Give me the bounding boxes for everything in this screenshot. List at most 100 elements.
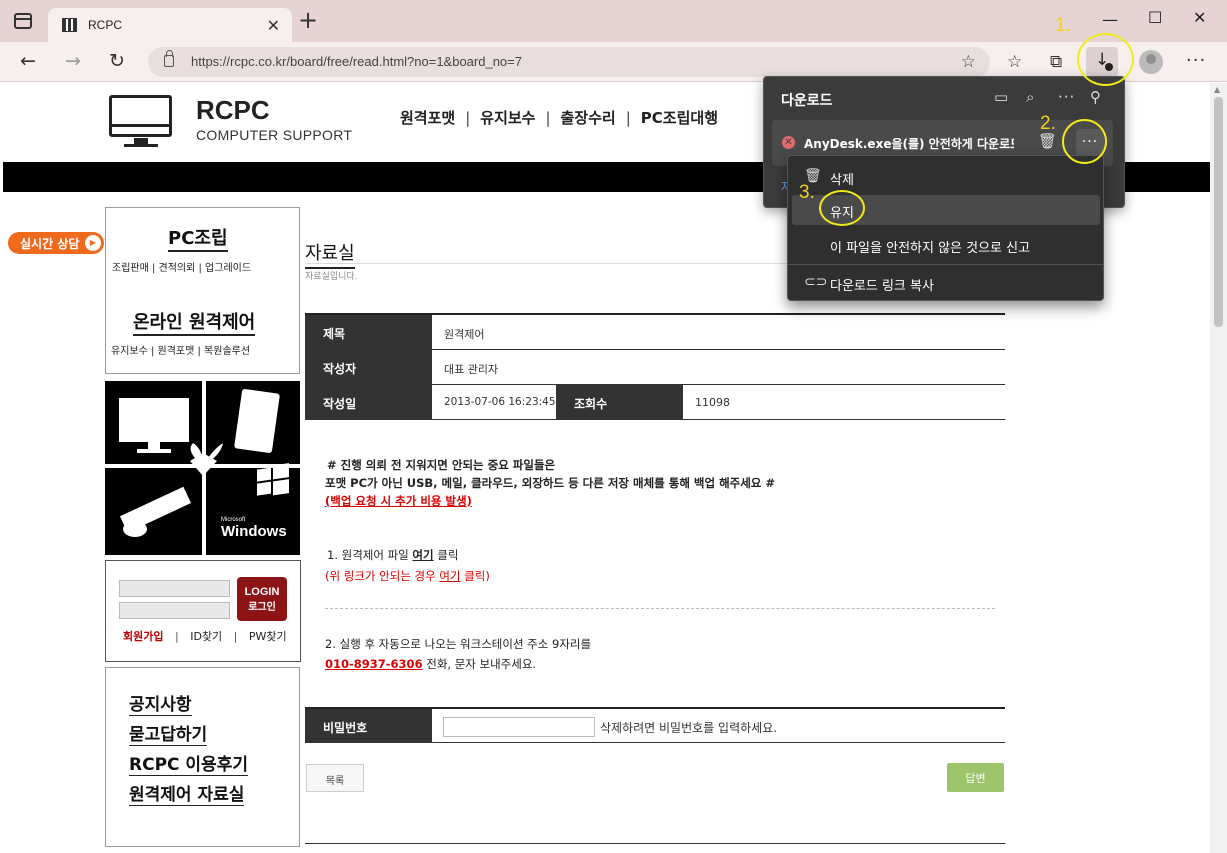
table-row: 작성일 2013-07-06 16:23:45 조회수 11098: [305, 385, 1005, 420]
find-pw-link[interactable]: PW찾기: [249, 630, 287, 643]
logo-title[interactable]: RCPC: [196, 95, 270, 126]
step-2-suffix: 전화, 문자 보내주세요.: [422, 657, 537, 671]
pc-assembly-sub[interactable]: 조립판매 | 견적의뢰 | 업그레이드: [112, 259, 251, 274]
reply-button[interactable]: 답변: [947, 763, 1004, 792]
logo-base: [124, 144, 158, 147]
tab-rcpc[interactable]: RCPC ✕: [48, 8, 292, 42]
forward-icon[interactable]: →: [65, 50, 81, 72]
add-favorite-icon[interactable]: ☆: [961, 52, 976, 72]
nav-separator: |: [625, 109, 631, 127]
date-value: 2013-07-06 16:23:45: [444, 396, 556, 408]
close-window-icon[interactable]: ✕: [1193, 8, 1206, 27]
live-chat-button[interactable]: 실시간 상담 ▶: [8, 232, 104, 254]
nav-separator: |: [545, 109, 551, 127]
subject-value: 원격제어: [444, 328, 485, 341]
step-2-line: 2. 실행 후 자동으로 나오는 워크스테이션 주소 9자리를: [325, 637, 592, 651]
maximize-icon[interactable]: ☐: [1148, 8, 1162, 27]
logo-monitor-icon[interactable]: [109, 95, 172, 137]
login-label: LOGIN: [244, 586, 280, 598]
pc-assembly-heading[interactable]: PC조립: [168, 224, 228, 252]
menu-item-label: 삭제: [830, 173, 854, 188]
address-bar[interactable]: https://rcpc.co.kr/board/free/read.html?…: [148, 47, 990, 77]
play-icon: ▶: [85, 235, 101, 251]
step-1-line: 1. 원격제어 파일 여기 클릭: [327, 547, 458, 563]
lock-icon[interactable]: [164, 50, 174, 67]
annotation-circle-keep: [819, 190, 865, 226]
login-password-input[interactable]: [119, 602, 230, 619]
password-row: 비밀번호 삭제하려면 비밀번호를 입력하세요.: [305, 707, 1005, 743]
nav-pc-assembly[interactable]: PC조립대행: [641, 109, 718, 127]
collections-icon[interactable]: ⧉: [1050, 52, 1062, 72]
menu-remote-archive[interactable]: 원격제어 자료실: [129, 780, 245, 806]
scroll-up-icon[interactable]: ▲: [1214, 85, 1220, 94]
error-icon: ✕: [782, 136, 795, 149]
menu-separator: [788, 264, 1103, 265]
annotation-number-3: 3.: [799, 182, 815, 203]
url-text[interactable]: https://rcpc.co.kr/board/free/read.html?…: [191, 54, 522, 69]
remote-control-heading[interactable]: 온라인 원격제어: [133, 308, 256, 336]
annotation-number-2: 2.: [1040, 113, 1056, 134]
menu-qna[interactable]: 묻고답하기: [129, 720, 208, 746]
notice-line-3: (백업 요청 시 추가 비용 발생): [325, 494, 472, 508]
favicon-icon: [62, 18, 77, 32]
step-1-alt-text: (위 링크가 안되는 경우: [325, 569, 440, 583]
annotation-circle-more: [1062, 119, 1107, 164]
login-button[interactable]: LOGIN 로그인: [237, 577, 287, 621]
menu-reviews[interactable]: RCPC 이용후기: [129, 750, 248, 776]
close-tab-icon[interactable]: ✕: [267, 16, 280, 35]
find-id-link[interactable]: ID찾기: [190, 630, 222, 643]
menu-item-report-unsafe[interactable]: 이 파일을 안전하지 않은 것으로 신고: [792, 230, 1100, 260]
views-value: 11098: [695, 396, 730, 409]
step-2-contact-line: 010-8937-6306 전화, 문자 보내주세요.: [325, 656, 536, 672]
open-folder-icon[interactable]: ▭: [994, 88, 1008, 106]
download-here-link[interactable]: 여기: [412, 548, 433, 562]
list-button[interactable]: 목록: [306, 764, 364, 792]
phone-number[interactable]: 010-8937-6306: [325, 657, 423, 671]
refresh-icon[interactable]: ↻: [109, 50, 125, 72]
tab-actions-icon[interactable]: [14, 13, 32, 29]
new-tab-icon[interactable]: +: [298, 8, 318, 32]
table-row: 제목 원격제어: [305, 315, 1005, 350]
annotation-circle-downloads: [1077, 33, 1134, 86]
profile-avatar[interactable]: [1139, 50, 1163, 74]
sidebar-services-box: PC조립 조립판매 | 견적의뢰 | 업그레이드 온라인 원격제어 유지보수 |…: [105, 207, 300, 374]
title-bar: RCPC ✕ + — ☐ ✕: [0, 0, 1227, 42]
favorites-icon[interactable]: ☆: [1007, 52, 1022, 72]
section-description: 자료실입니다.: [305, 272, 358, 282]
notice-line-1: # 진행 의뢰 전 지워지면 안되는 중요 파일들은: [327, 458, 556, 472]
back-icon[interactable]: ←: [20, 50, 36, 72]
nav-onsite-repair[interactable]: 출장수리: [561, 109, 616, 127]
sidebar-board-menu: 공지사항 묻고답하기 RCPC 이용후기 원격제어 자료실: [105, 667, 300, 847]
menu-item-label: 이 파일을 안전하지 않은 것으로 신고: [830, 241, 1031, 256]
author-label: 작성자: [305, 350, 432, 384]
search-icon[interactable]: ⌕: [1026, 88, 1034, 106]
scroll-thumb[interactable]: [1214, 97, 1223, 327]
link-icon: ⊂⊃: [804, 274, 828, 290]
page-scrollbar[interactable]: ▲: [1210, 83, 1227, 853]
more-options-icon[interactable]: ···: [1058, 88, 1075, 106]
dashed-divider: [325, 608, 995, 609]
live-chat-label: 실시간 상담: [20, 237, 80, 251]
join-link[interactable]: 회원가입: [123, 630, 163, 643]
nav-maintenance[interactable]: 유지보수: [480, 109, 535, 127]
download-context-menu: 🗑 삭제 유지 이 파일을 안전하지 않은 것으로 신고 ⊂⊃ 다운로드 링크 …: [787, 155, 1104, 301]
settings-more-icon[interactable]: ···: [1186, 50, 1206, 71]
remote-control-sub[interactable]: 유지보수 | 원격포맷 | 복원솔루션: [111, 342, 250, 357]
subject-label: 제목: [305, 315, 432, 349]
downloads-title: 다운로드: [781, 93, 833, 109]
nav-remote-format[interactable]: 원격포맷: [400, 109, 455, 127]
menu-notice[interactable]: 공지사항: [129, 690, 192, 716]
password-hint: 삭제하려면 비밀번호를 입력하세요.: [600, 721, 778, 735]
menu-item-label: 다운로드 링크 복사: [830, 279, 934, 294]
product-banner-image[interactable]: Microsoft Windows: [105, 381, 300, 555]
login-id-input[interactable]: [119, 580, 230, 597]
top-navigation: 원격포맷 | 유지보수 | 출장수리 | PC조립대행: [400, 107, 718, 128]
minimize-icon[interactable]: —: [1102, 10, 1118, 29]
menu-item-delete[interactable]: 🗑 삭제: [792, 162, 1100, 192]
login-sub-label: 로그인: [248, 602, 276, 613]
password-input[interactable]: [443, 717, 595, 737]
alt-download-link[interactable]: 여기: [439, 569, 460, 583]
menu-item-copy-link[interactable]: ⊂⊃ 다운로드 링크 복사: [792, 268, 1100, 298]
bottom-divider: [305, 843, 1005, 844]
pin-icon[interactable]: ⚲: [1090, 88, 1101, 106]
